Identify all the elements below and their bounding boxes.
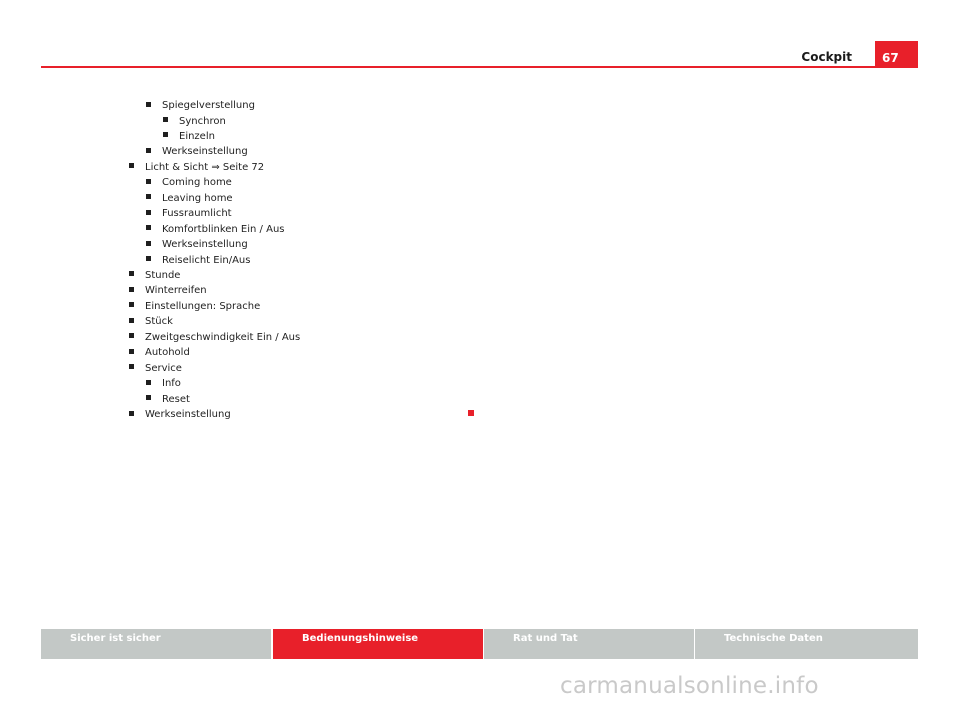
bullet-icon xyxy=(129,286,134,292)
watermark: carmanualsonline.info xyxy=(560,673,819,699)
bullet-icon xyxy=(146,256,151,261)
menu-item: Stück xyxy=(129,316,173,328)
menu-item: Werkseinstellung xyxy=(146,146,248,158)
menu-item-label: Reiselicht Ein/Aus xyxy=(162,254,251,266)
menu-item-label: Licht & Sicht ⇒ Seite 72 xyxy=(145,161,265,173)
bullet-icon xyxy=(129,410,134,416)
menu-item-label: Werkseinstellung xyxy=(145,409,231,420)
footer-tab[interactable]: Bedienungshinweise xyxy=(273,629,483,659)
menu-item-label: Einzeln xyxy=(179,130,215,142)
menu-item: Zweitgeschwindigkeit Ein / Aus xyxy=(129,332,300,344)
menu-item-label: Winterreifen xyxy=(145,285,207,297)
menu-item-label: Info xyxy=(162,378,181,390)
page-number: 67 xyxy=(875,41,918,68)
menu-item: Licht & Sicht ⇒ Seite 72 xyxy=(129,162,264,174)
menu-item: Coming home xyxy=(146,177,232,189)
menu-item-label: Komfortblinken Ein / Aus xyxy=(162,223,285,235)
bullet-icon xyxy=(146,178,151,184)
bullet-icon xyxy=(146,395,151,401)
menu-item: Service xyxy=(129,363,182,375)
menu-item-label: Leaving home xyxy=(162,192,233,204)
menu-item: Stunde xyxy=(129,270,180,282)
menu-item-label: Autohold xyxy=(145,347,190,359)
menu-item-label: Spiegelverstellung xyxy=(162,100,255,111)
header-rule xyxy=(41,66,918,68)
bullet-icon xyxy=(163,117,168,122)
footer-tab[interactable]: Rat und Tat xyxy=(484,629,694,659)
bullet-icon xyxy=(129,302,134,308)
bullet-icon xyxy=(163,132,168,138)
menu-item-label: Werkseinstellung xyxy=(162,239,248,250)
bullet-icon xyxy=(146,240,151,246)
bullet-icon xyxy=(129,163,134,169)
bullet-icon xyxy=(129,317,134,323)
bullet-icon xyxy=(129,271,134,277)
menu-item: Info xyxy=(146,378,181,390)
menu-item-label: Service xyxy=(145,362,182,374)
menu-item: Werkseinstellung xyxy=(129,409,231,421)
bullet-icon xyxy=(146,209,151,215)
menu-item-label: Werkseinstellung xyxy=(162,146,248,158)
menu-item-label: Stück xyxy=(145,316,173,328)
menu-item-label: Stunde xyxy=(145,269,181,281)
menu-item: Komfortblinken Ein / Aus xyxy=(146,224,285,236)
menu-item-label: Synchron xyxy=(179,115,226,127)
section-end-marker xyxy=(468,410,474,416)
footer-nav: Sicher ist sicher Bedienungshinweise Rat u… xyxy=(41,629,918,659)
menu-item-label: Einstellungen: Sprache xyxy=(145,300,261,312)
menu-item: Spiegelverstellung xyxy=(146,100,255,112)
menu-item: Autohold xyxy=(129,347,190,359)
menu-item: Leaving home xyxy=(146,193,233,205)
footer-tab[interactable]: Sicher ist sicher xyxy=(41,629,271,659)
bullet-icon xyxy=(146,225,151,231)
bullet-icon xyxy=(146,379,151,385)
bullet-icon xyxy=(129,333,134,339)
menu-item: Reset xyxy=(146,394,190,406)
bullet-icon xyxy=(146,147,151,153)
menu-item: Reiselicht Ein/Aus xyxy=(146,255,250,267)
menu-item-label: Fussraumlicht xyxy=(162,208,232,220)
menu-item: Winterreifen xyxy=(129,285,207,297)
menu-item-label: Reset xyxy=(162,393,190,405)
section-title: Cockpit xyxy=(801,50,852,64)
footer-tab[interactable]: Technische Daten xyxy=(695,629,918,659)
menu-item: Werkseinstellung xyxy=(146,239,248,251)
menu-item: Synchron xyxy=(163,116,226,128)
menu-item: Einzeln xyxy=(163,131,215,143)
menu-item: Einstellungen: Sprache xyxy=(129,301,260,313)
bullet-icon xyxy=(146,194,151,200)
bullet-icon xyxy=(129,348,134,354)
bullet-icon xyxy=(146,101,151,107)
bullet-icon xyxy=(129,364,134,370)
menu-item-label: Coming home xyxy=(162,177,232,189)
menu-item: Fussraumlicht xyxy=(146,208,232,220)
menu-item-label: Zweitgeschwindigkeit Ein / Aus xyxy=(145,331,301,343)
